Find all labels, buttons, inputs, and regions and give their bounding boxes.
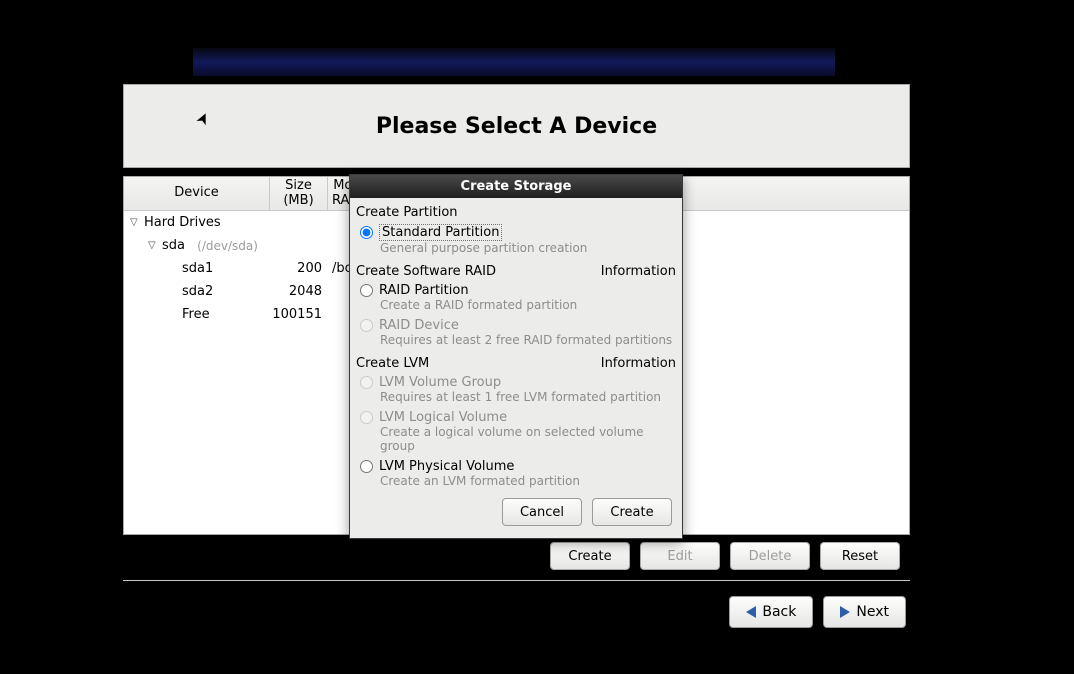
option-raid-partition[interactable]: RAID Partition bbox=[356, 281, 676, 298]
dialog-create-button[interactable]: Create bbox=[592, 498, 672, 526]
create-storage-dialog: Create Storage Create Partition Standard… bbox=[349, 174, 683, 539]
option-label: LVM Volume Group bbox=[379, 375, 501, 390]
separator bbox=[123, 580, 910, 581]
disk-hint: (/dev/sda) bbox=[197, 239, 258, 253]
option-desc: Requires at least 1 free LVM formated pa… bbox=[356, 390, 676, 408]
edit-button: Edit bbox=[640, 542, 720, 570]
option-desc: Create a RAID formated partition bbox=[356, 298, 676, 316]
part-size: 100151 bbox=[270, 307, 328, 322]
radio-raid-partition[interactable] bbox=[360, 284, 373, 297]
option-label: RAID Partition bbox=[379, 283, 469, 298]
chevron-down-icon[interactable]: ▽ bbox=[148, 240, 158, 251]
tree-root-label: Hard Drives bbox=[144, 215, 221, 230]
chevron-down-icon[interactable]: ▽ bbox=[130, 217, 140, 228]
option-label: LVM Physical Volume bbox=[379, 459, 514, 474]
radio-lvm-pv[interactable] bbox=[360, 460, 373, 473]
banner bbox=[193, 48, 835, 76]
option-lvm-pv[interactable]: LVM Physical Volume bbox=[356, 457, 676, 474]
part-name: sda2 bbox=[182, 284, 213, 299]
option-raid-device: RAID Device bbox=[356, 316, 676, 333]
nav-row: Back Next bbox=[123, 596, 910, 628]
radio-lvm-lv bbox=[360, 411, 373, 424]
option-label: RAID Device bbox=[379, 318, 459, 333]
section-lvm: Create LVM bbox=[356, 356, 429, 371]
section-raid: Create Software RAID bbox=[356, 264, 496, 279]
header-panel: Please Select A Device bbox=[123, 84, 910, 168]
dialog-cancel-button[interactable]: Cancel bbox=[502, 498, 582, 526]
option-lvm-lv: LVM Logical Volume bbox=[356, 408, 676, 425]
action-row: Create Edit Delete Reset bbox=[123, 542, 910, 572]
option-lvm-vg: LVM Volume Group bbox=[356, 373, 676, 390]
option-label: Standard Partition bbox=[379, 224, 502, 241]
back-label: Back bbox=[762, 604, 796, 620]
col-size[interactable]: Size (MB) bbox=[270, 177, 328, 210]
arrow-right-icon bbox=[840, 606, 850, 618]
delete-button: Delete bbox=[730, 542, 810, 570]
radio-standard[interactable] bbox=[360, 226, 373, 239]
back-button[interactable]: Back bbox=[729, 596, 813, 628]
option-standard-partition[interactable]: Standard Partition bbox=[356, 222, 676, 241]
create-button[interactable]: Create bbox=[550, 542, 630, 570]
col-device[interactable]: Device bbox=[124, 177, 270, 210]
raid-info-link[interactable]: Information bbox=[601, 264, 676, 279]
part-name: sda1 bbox=[182, 261, 213, 276]
dialog-title: Create Storage bbox=[350, 175, 682, 198]
option-desc: Requires at least 2 free RAID formated p… bbox=[356, 333, 676, 351]
part-size: 200 bbox=[270, 261, 328, 276]
part-name: Free bbox=[182, 307, 210, 322]
option-desc: Create an LVM formated partition bbox=[356, 474, 676, 492]
option-desc: General purpose partition creation bbox=[356, 241, 676, 259]
section-partition: Create Partition bbox=[356, 205, 458, 220]
reset-button[interactable]: Reset bbox=[820, 542, 900, 570]
arrow-left-icon bbox=[746, 606, 756, 618]
radio-raid-device bbox=[360, 319, 373, 332]
option-label: LVM Logical Volume bbox=[379, 410, 507, 425]
part-size: 2048 bbox=[270, 284, 328, 299]
lvm-info-link[interactable]: Information bbox=[601, 356, 676, 371]
radio-lvm-vg bbox=[360, 376, 373, 389]
next-label: Next bbox=[856, 604, 889, 620]
option-desc: Create a logical volume on selected volu… bbox=[356, 425, 676, 457]
next-button[interactable]: Next bbox=[823, 596, 906, 628]
disk-name: sda bbox=[162, 238, 185, 253]
page-title: Please Select A Device bbox=[376, 114, 657, 139]
